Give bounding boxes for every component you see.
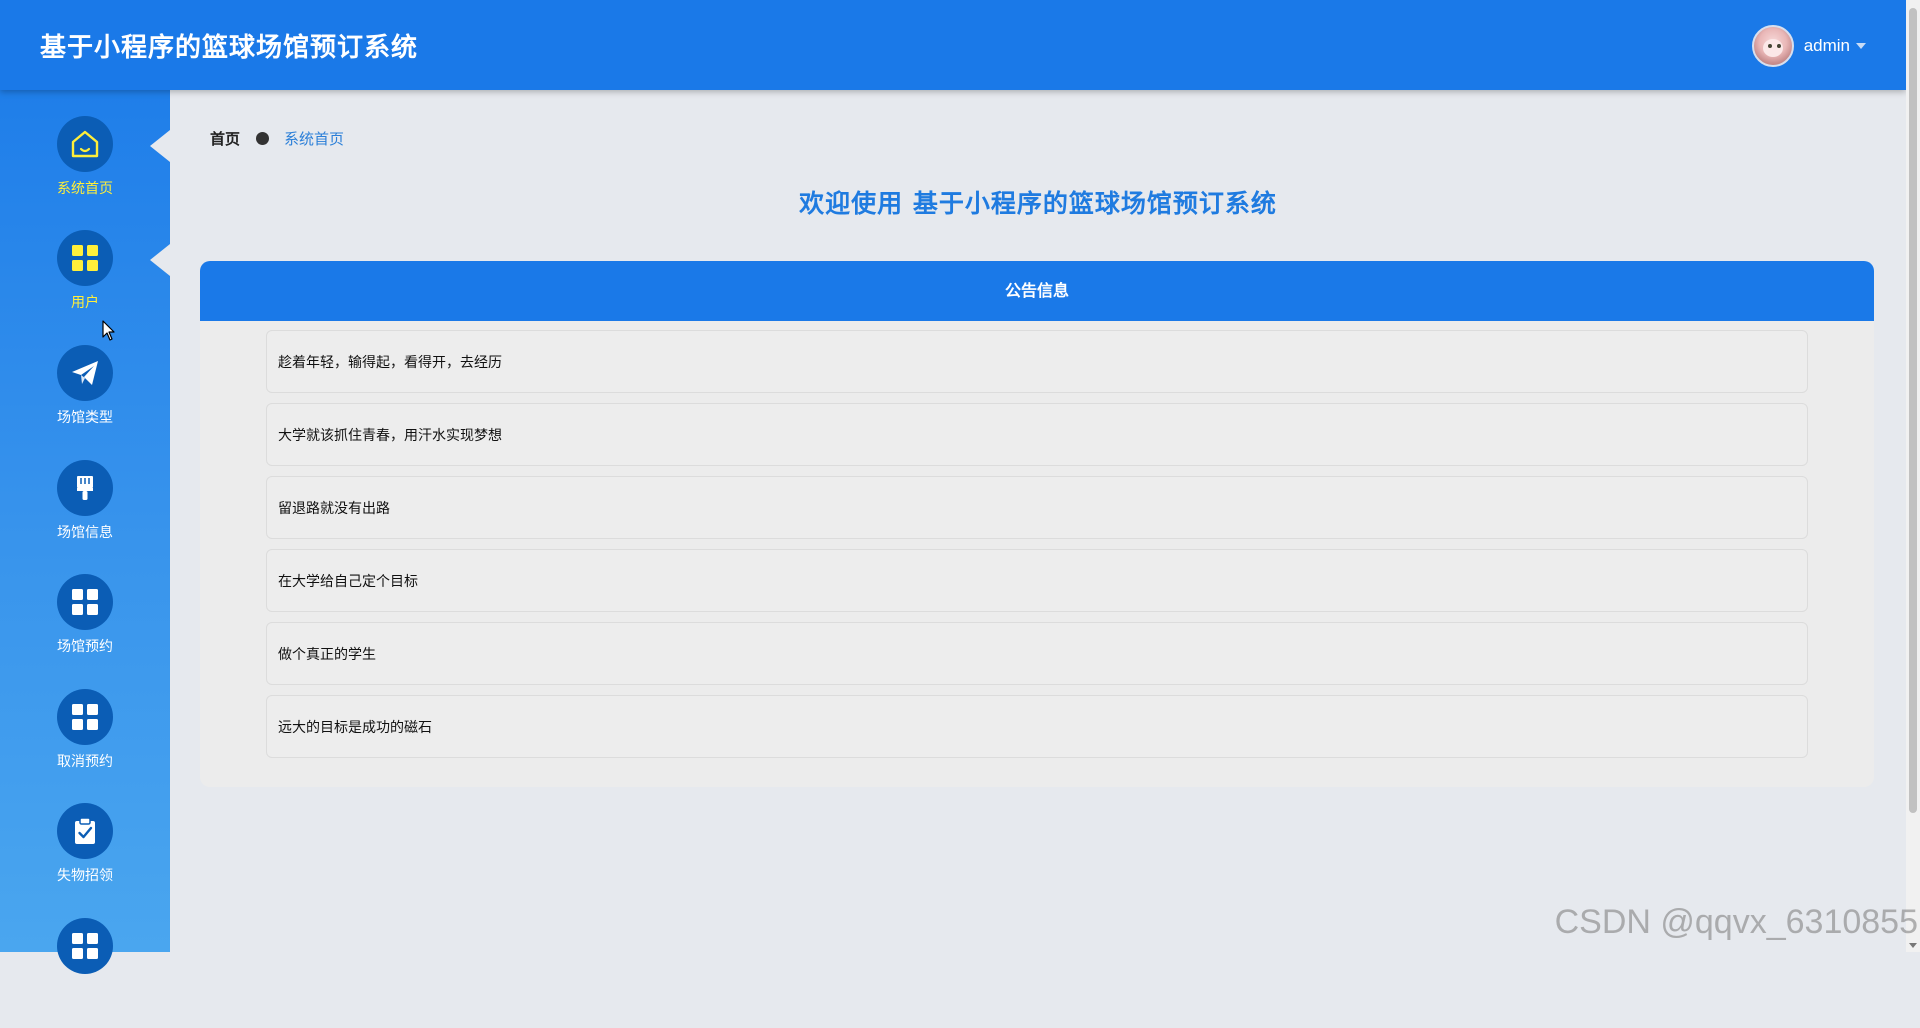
sidebar-item-label: 取消预约	[0, 751, 170, 771]
sidebar-item-more[interactable]	[0, 918, 170, 1028]
user-menu[interactable]: admin	[1752, 24, 1866, 68]
brush-icon	[70, 473, 100, 503]
sidebar-item-label: 场馆预约	[0, 636, 170, 656]
user-name[interactable]: admin	[1804, 36, 1850, 56]
sidebar-item-cancel-booking[interactable]: 取消预约	[0, 689, 170, 799]
notice-header: 公告信息	[200, 261, 1874, 321]
sidebar-item-home[interactable]: 系统首页	[0, 116, 170, 226]
notice-item[interactable]: 做个真正的学生	[266, 622, 1808, 685]
page-title: 欢迎使用 基于小程序的篮球场馆预订系统	[170, 184, 1906, 220]
watermark: CSDN @qqvx_6310855	[1555, 903, 1918, 942]
main-content: 首页 系统首页 欢迎使用 基于小程序的篮球场馆预订系统 公告信息 趁着年轻，输得…	[170, 90, 1906, 952]
app-title: 基于小程序的篮球场馆预订系统	[40, 27, 418, 64]
notice-item[interactable]: 在大学给自己定个目标	[266, 549, 1808, 612]
sidebar-item-venue-info[interactable]: 场馆信息	[0, 460, 170, 570]
top-header: 基于小程序的篮球场馆预订系统 admin	[0, 0, 1906, 90]
breadcrumb-home[interactable]: 首页	[210, 128, 240, 149]
chevron-down-icon[interactable]	[1856, 43, 1866, 49]
sidebar-item-label: 用户	[0, 292, 170, 312]
sidebar-item-venue-type[interactable]: 场馆类型	[0, 345, 170, 455]
paper-plane-icon	[69, 357, 101, 389]
grid-icon	[70, 931, 100, 961]
sidebar: 系统首页 用户 场馆类型	[0, 90, 170, 952]
grid-icon	[70, 587, 100, 617]
home-icon	[68, 127, 102, 161]
sidebar-item-label: 系统首页	[0, 178, 170, 198]
notice-item[interactable]: 留退路就没有出路	[266, 476, 1808, 539]
mouse-cursor-icon	[102, 320, 116, 342]
avatar[interactable]	[1752, 25, 1794, 67]
grid-icon	[70, 243, 100, 273]
notice-panel: 公告信息 趁着年轻，输得起，看得开，去经历 大学就该抓住青春，用汗水实现梦想 留…	[200, 261, 1874, 787]
sidebar-item-venue-booking[interactable]: 场馆预约	[0, 574, 170, 684]
breadcrumb-current[interactable]: 系统首页	[284, 128, 344, 149]
sidebar-item-lost-found[interactable]: 失物招领	[0, 803, 170, 913]
notice-list: 趁着年轻，输得起，看得开，去经历 大学就该抓住青春，用汗水实现梦想 留退路就没有…	[266, 330, 1808, 768]
notice-item[interactable]: 远大的目标是成功的磁石	[266, 695, 1808, 758]
grid-icon	[70, 702, 100, 732]
scrollbar-thumb[interactable]	[1909, 8, 1917, 813]
sidebar-item-label: 场馆信息	[0, 522, 170, 542]
sidebar-item-label: 场馆类型	[0, 407, 170, 427]
clipboard-check-icon	[70, 816, 100, 846]
scroll-down-arrow-icon[interactable]	[1909, 943, 1917, 948]
sidebar-item-users[interactable]: 用户	[0, 230, 170, 340]
sidebar-item-label: 失物招领	[0, 865, 170, 885]
notice-item[interactable]: 大学就该抓住青春，用汗水实现梦想	[266, 403, 1808, 466]
breadcrumb-separator	[256, 132, 269, 145]
breadcrumb: 首页 系统首页	[210, 128, 344, 149]
page-scrollbar[interactable]	[1906, 0, 1920, 952]
notice-item[interactable]: 趁着年轻，输得起，看得开，去经历	[266, 330, 1808, 393]
